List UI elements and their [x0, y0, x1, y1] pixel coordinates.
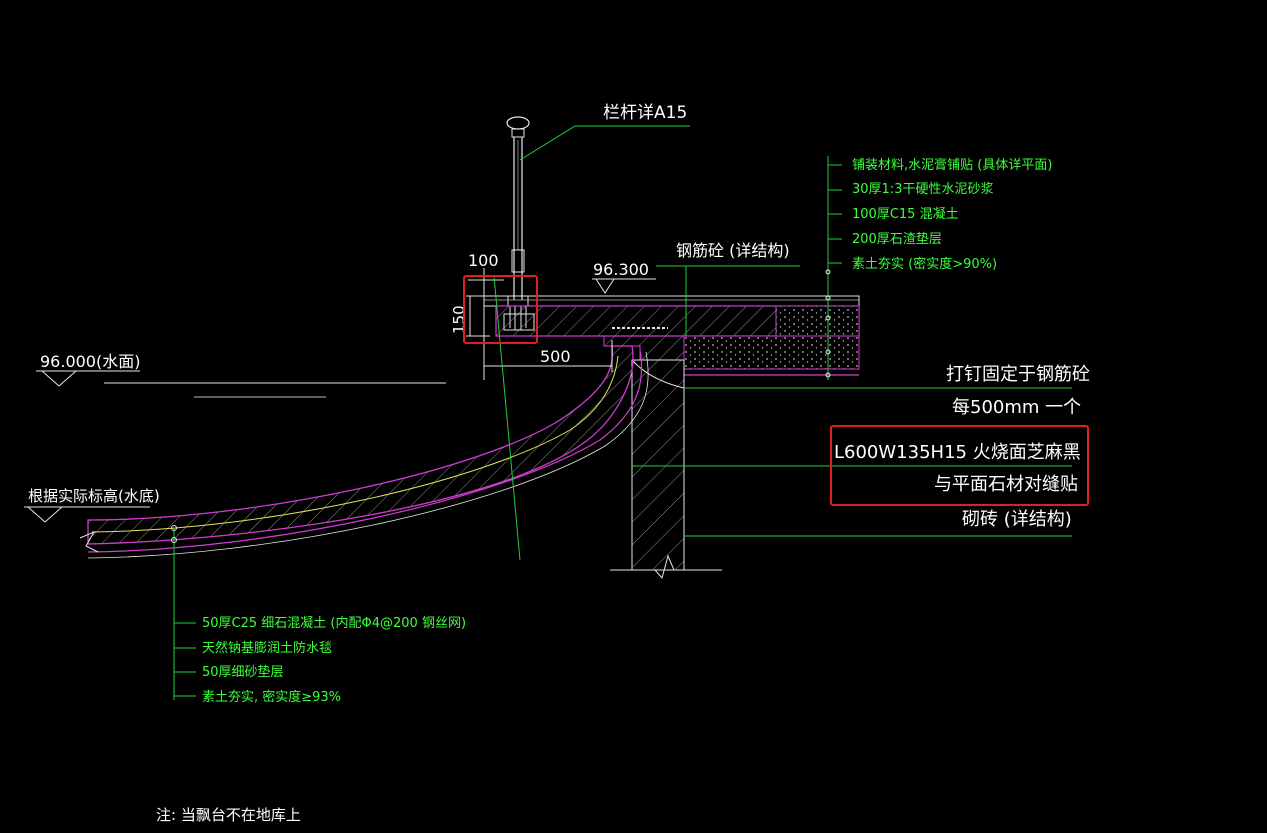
- elevation-water: 96.000(水面): [40, 352, 140, 371]
- dim-150: 150: [450, 305, 468, 334]
- railing-leader: [519, 125, 690, 161]
- slope-layer-3: 50厚细砂垫层: [202, 664, 284, 680]
- dim-100: 100: [468, 251, 499, 270]
- section-drawing: 栏杆详A15 100 150 500 96.300 钢筋砼 (详结构) 96.0…: [24, 103, 1090, 824]
- slope-layer-4: 素土夯实, 密实度≥93%: [202, 689, 341, 705]
- nail-note-1: 打钉固定于钢筋砼: [946, 364, 1090, 385]
- stone-note-1: L600W135H15 火烧面芝麻黑: [834, 442, 1081, 463]
- elevation-bottom: 根据实际标高(水底): [28, 487, 160, 505]
- dim-500: 500: [540, 347, 571, 366]
- elevation-deck-marker: [592, 278, 656, 294]
- deck-layer-2: 30厚1:3干硬性水泥砂浆: [852, 182, 993, 197]
- bottom-note: 注: 当飘台不在地库上: [156, 806, 301, 824]
- slope-layers-leader: [171, 525, 196, 700]
- brick-note: 砌砖 (详结构): [962, 509, 1072, 530]
- water-level-marker: [36, 370, 446, 398]
- elevation-deck: 96.300: [593, 260, 649, 279]
- slope-section: [79, 345, 649, 559]
- brick-wall: [610, 359, 1072, 580]
- deck-layer-1: 铺装材料,水泥膏铺贴 (具体详平面): [852, 157, 1052, 173]
- nail-note-2: 每500mm 一个: [952, 397, 1081, 418]
- slope-layer-2: 天然钠基膨润土防水毯: [202, 640, 332, 656]
- deck-layer-3: 100厚C15 混凝土: [852, 206, 959, 222]
- deck-layer-5: 素土夯实 (密实度>90%): [852, 256, 997, 272]
- stone-note-2: 与平面石材对缝贴: [934, 474, 1078, 495]
- slope-layer-1: 50厚C25 细石混凝土 (内配Φ4@200 钢丝网): [202, 615, 466, 631]
- rc-concrete-label: 钢筋砼 (详结构): [676, 241, 790, 260]
- railing: [506, 116, 530, 330]
- railing-label: 栏杆详A15: [603, 103, 687, 123]
- deck-layer-4: 200厚石渣垫层: [852, 231, 942, 247]
